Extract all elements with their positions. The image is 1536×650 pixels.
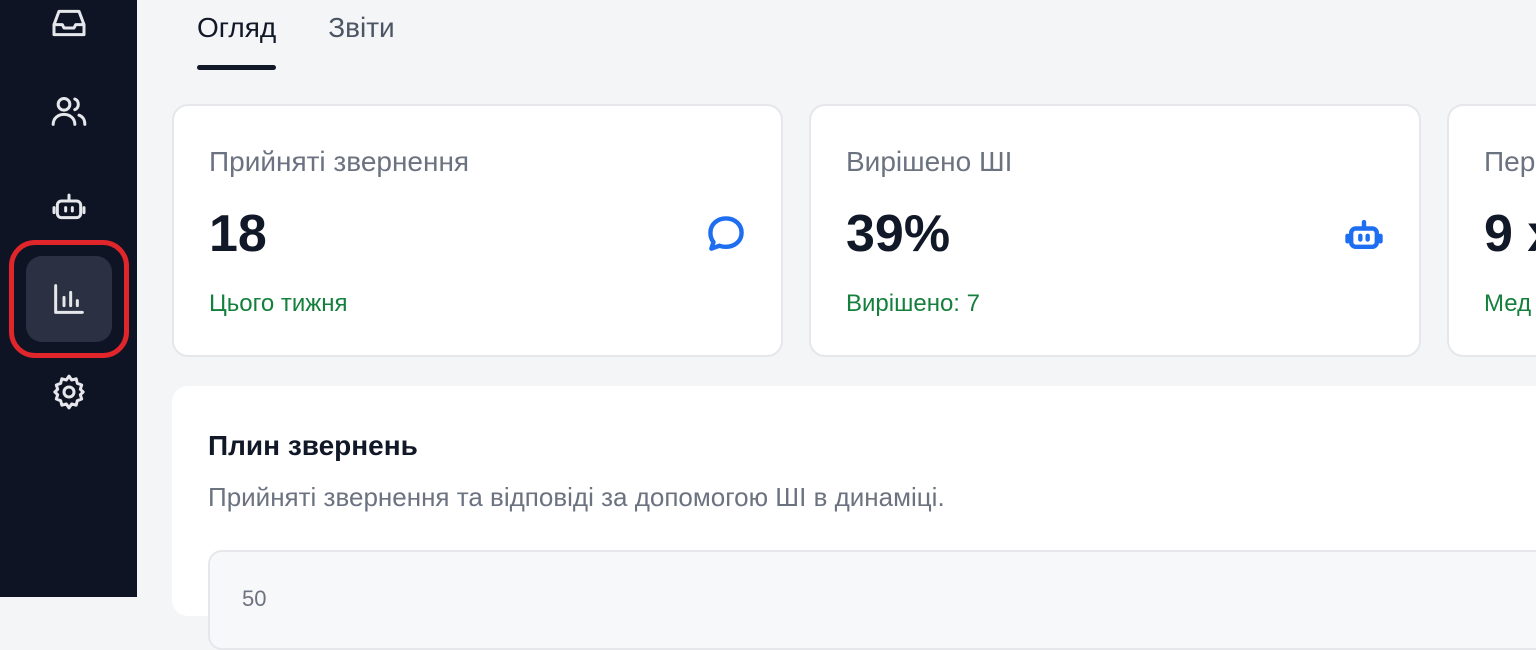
stat-card-value: 39% xyxy=(846,205,951,263)
ticket-flow-panel: Плин звернень Прийняті звернення та відп… xyxy=(172,386,1536,650)
stat-card-subtext: Цього тижня xyxy=(209,290,348,317)
panel-title: Плин звернень xyxy=(208,430,418,461)
sidebar-item-users[interactable] xyxy=(26,68,112,154)
stat-card-ai-resolved: Вирішено ШІ 39% Вирішено: 7 xyxy=(809,104,1421,357)
chat-bubble-icon xyxy=(704,212,748,256)
bot-icon xyxy=(1342,212,1386,256)
sidebar-item-bot[interactable] xyxy=(26,163,112,249)
sidebar-item-analytics[interactable] xyxy=(26,256,112,342)
gear-icon xyxy=(53,374,85,410)
bot-icon xyxy=(52,193,86,220)
stat-card-title: Вирішено ШІ xyxy=(846,146,1013,177)
stat-card-value: 9 х xyxy=(1484,205,1536,263)
users-icon xyxy=(51,97,87,126)
stat-card-subtext: Мед xyxy=(1484,290,1532,317)
y-axis-tick-label: 50 xyxy=(242,586,267,611)
sidebar-item-inbox[interactable] xyxy=(26,0,112,66)
ticket-flow-chart: 50 xyxy=(208,550,1536,650)
tab-bar: Огляд Звіти xyxy=(197,0,395,70)
stat-card-subtext: Вирішено: 7 xyxy=(846,290,980,317)
tab-reports[interactable]: Звіти xyxy=(328,0,394,70)
inbox-icon xyxy=(52,9,86,37)
stat-card-title: Прийняті звернення xyxy=(209,146,470,177)
stat-card-value: 18 xyxy=(209,205,267,263)
stat-card-accepted: Прийняті звернення 18 Цього тижня xyxy=(172,104,783,357)
panel-subtitle: Прийняті звернення та відповіді за допом… xyxy=(208,482,945,512)
sidebar-item-settings[interactable] xyxy=(26,349,112,435)
bar-chart-icon xyxy=(54,284,84,314)
stat-card-third: Пер 9 х Мед xyxy=(1447,104,1536,357)
stat-card-title: Пер xyxy=(1484,146,1536,177)
tab-overview[interactable]: Огляд xyxy=(197,0,277,70)
sidebar xyxy=(0,0,137,597)
